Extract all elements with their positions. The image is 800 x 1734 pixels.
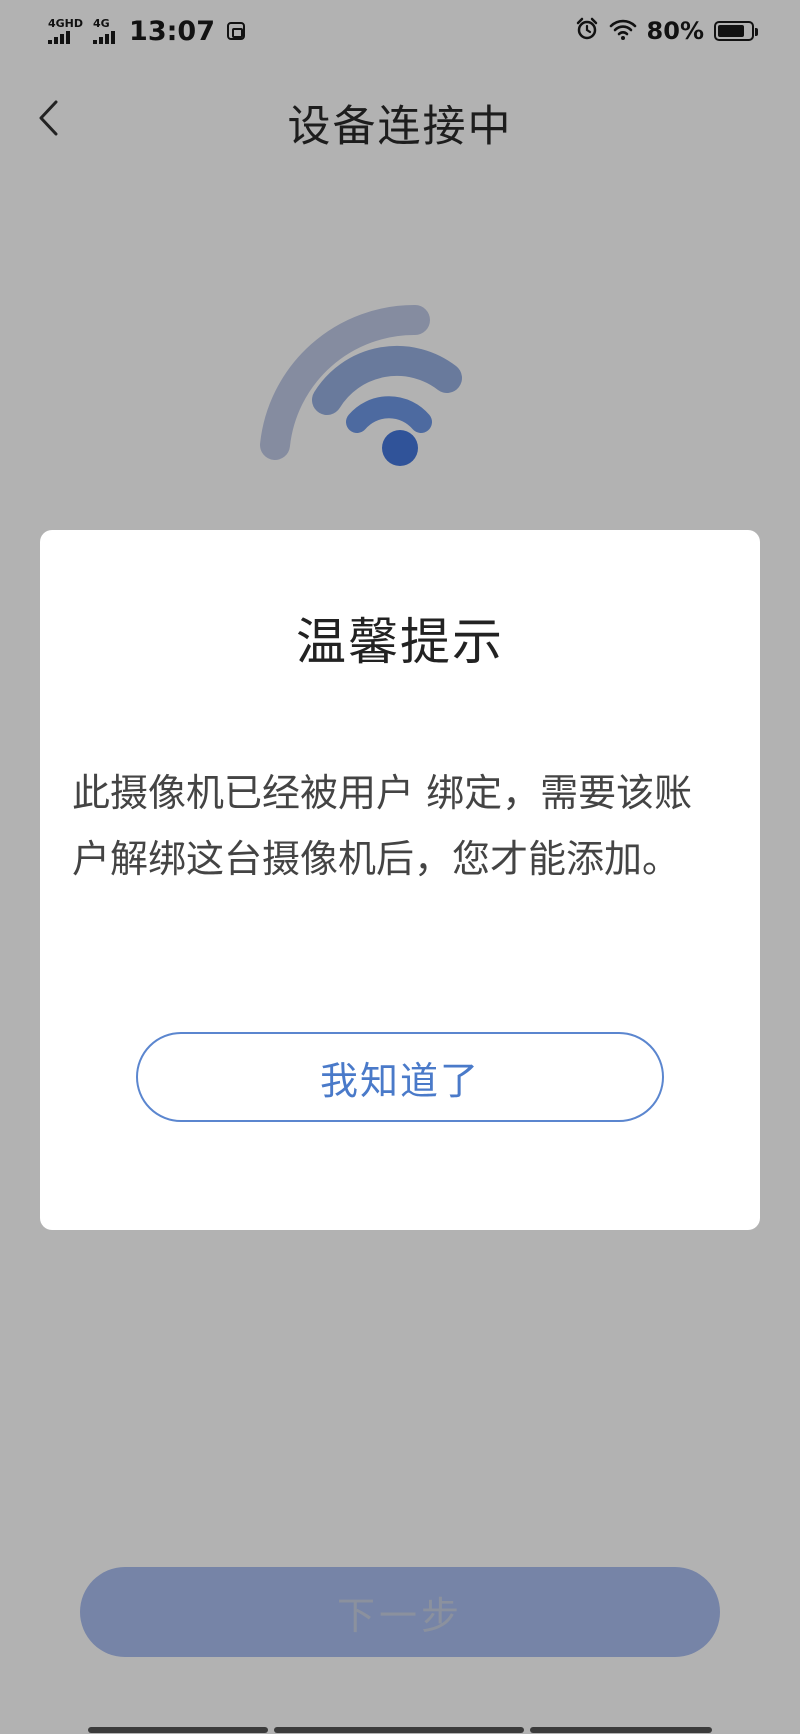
- screen: 4GHD 4G 13:07 80% 设备连接中 下一步 温馨提示 此摄像机已经被…: [0, 0, 800, 1734]
- dialog-title: 温馨提示: [296, 613, 504, 671]
- alert-dialog: 温馨提示 此摄像机已经被用户 绑定，需要该账户解绑这台摄像机后，您才能添加。 我…: [40, 530, 760, 1230]
- acknowledge-button[interactable]: 我知道了: [136, 1032, 664, 1122]
- dialog-message: 此摄像机已经被用户 绑定，需要该账户解绑这台摄像机后，您才能添加。: [72, 771, 693, 881]
